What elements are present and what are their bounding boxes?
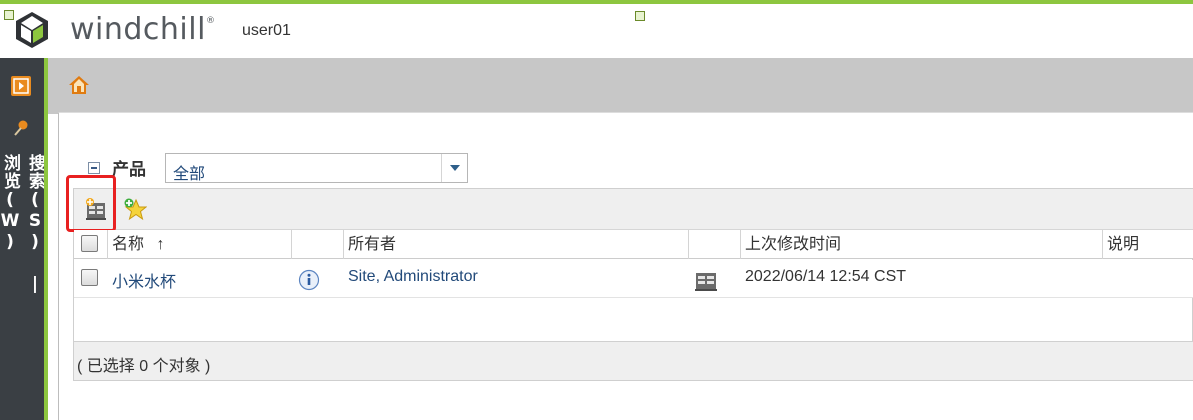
table-header: 名称 ↑ 所有者 上次修改时间 说明 (74, 230, 1193, 259)
page-header-band (48, 58, 1193, 114)
table-footer: ( 已选择 0 个对象 ) (74, 341, 1193, 380)
column-info (292, 230, 344, 259)
navigator-bar: 搜索(S) | 浏览(W) (0, 58, 48, 420)
expand-navigator-icon[interactable] (11, 76, 31, 96)
table-row[interactable]: 小米水杯 Site, Administrator 2022/06/14 12:5… (74, 260, 1193, 298)
app-header: windchill® user01 (0, 4, 1193, 58)
modified-time: 2022/06/14 12:54 CST (745, 268, 907, 285)
home-icon[interactable] (68, 74, 90, 96)
info-icon[interactable] (298, 269, 320, 291)
selection-count: ( 已选择 0 个对象 ) (77, 358, 211, 375)
column-type (689, 230, 741, 259)
chevron-down-icon[interactable] (441, 154, 467, 182)
column-owner[interactable]: 所有者 (344, 230, 689, 259)
windchill-logo-icon (16, 12, 48, 48)
owner-link[interactable]: Site, Administrator (348, 268, 478, 286)
product-filter-label: 产品 (112, 160, 146, 179)
product-filter-value: 全部 (173, 166, 206, 183)
new-product-highlight (66, 175, 116, 232)
add-favorite-icon[interactable] (123, 197, 147, 221)
table-toolbar (74, 189, 1193, 230)
row-checkbox[interactable] (81, 269, 98, 286)
select-all-checkbox[interactable] (81, 235, 98, 252)
navigator-label[interactable]: 搜索(S) | 浏览(W) (0, 154, 45, 324)
pin-icon[interactable] (11, 118, 31, 138)
select-all-column (74, 230, 108, 259)
product-type-icon (695, 273, 717, 291)
column-description[interactable]: 说明 (1103, 230, 1193, 259)
brand-name: windchill® (70, 12, 216, 47)
sort-ascending-icon: ↑ (156, 236, 165, 253)
product-filter-select[interactable]: 全部 (165, 153, 468, 183)
current-user[interactable]: user01 (242, 22, 291, 40)
resize-handle-middle[interactable] (635, 11, 645, 21)
collapse-section-icon[interactable] (88, 162, 100, 174)
column-modified[interactable]: 上次修改时间 (741, 230, 1103, 259)
product-name-link[interactable]: 小米水杯 (112, 268, 176, 292)
column-name[interactable]: 名称 ↑ (108, 230, 292, 259)
resize-handle-left[interactable] (4, 10, 14, 20)
